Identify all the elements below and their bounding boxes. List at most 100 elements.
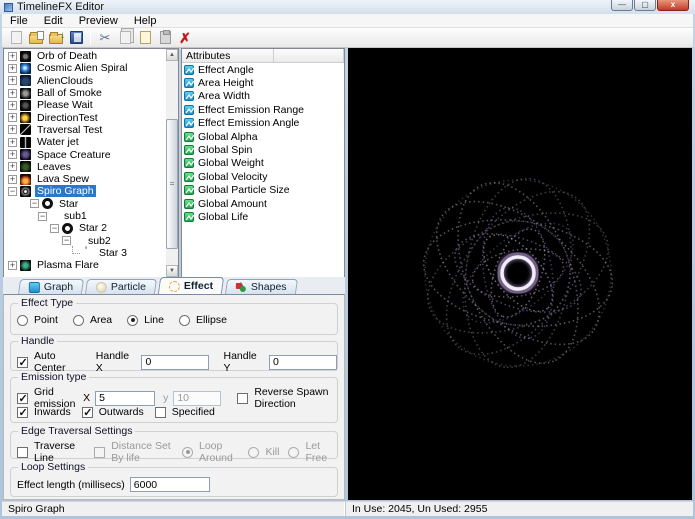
expand-icon[interactable] xyxy=(8,64,17,73)
attribute-item[interactable]: Area Height xyxy=(182,76,344,89)
copy-button[interactable] xyxy=(115,29,135,47)
menu-file[interactable]: File xyxy=(2,14,36,28)
graph-tab-icon xyxy=(29,282,40,293)
tree-item-star-2[interactable]: Star 2 xyxy=(4,222,166,234)
tab-graph[interactable]: Graph xyxy=(18,279,84,294)
expand-icon[interactable] xyxy=(8,261,17,270)
open-button[interactable] xyxy=(26,29,46,47)
attribute-item[interactable]: Area Width xyxy=(182,90,344,103)
attribute-item[interactable]: Global Alpha xyxy=(182,130,344,143)
ellipse-radio[interactable] xyxy=(179,315,190,326)
menu-preview[interactable]: Preview xyxy=(71,14,126,28)
tree-item-star[interactable]: Star xyxy=(4,198,166,210)
tree-item-orb-of-death[interactable]: Orb of Death xyxy=(4,50,166,62)
tab-shapes[interactable]: Shapes xyxy=(225,279,298,294)
import-button[interactable]: ↓ xyxy=(46,29,66,47)
expand-icon[interactable] xyxy=(8,138,17,147)
clipboard-button[interactable] xyxy=(155,29,175,47)
collapse-icon[interactable] xyxy=(62,236,71,245)
expand-icon[interactable] xyxy=(8,125,17,134)
tree-item-plasma-flare[interactable]: Plasma Flare xyxy=(4,259,166,271)
tree-item-sub1[interactable]: sub1 xyxy=(4,210,166,222)
attribute-item[interactable]: Global Velocity xyxy=(182,170,344,183)
tree-item-star-3[interactable]: Star 3 xyxy=(4,247,166,259)
expand-icon[interactable] xyxy=(8,175,17,184)
expand-icon[interactable] xyxy=(8,89,17,98)
line-radio[interactable] xyxy=(127,315,138,326)
attributes-column-header[interactable]: Attributes xyxy=(182,49,274,62)
expand-icon[interactable] xyxy=(8,101,17,110)
close-button[interactable]: x xyxy=(657,0,689,11)
attribute-item[interactable]: Effect Angle xyxy=(182,63,344,76)
scrollbar-thumb[interactable] xyxy=(166,119,178,249)
tree-item-spiro-graph[interactable]: Spiro Graph xyxy=(4,185,166,197)
reverse-spawn-checkbox[interactable] xyxy=(237,393,248,404)
expand-icon[interactable] xyxy=(8,150,17,159)
handle-x-input[interactable] xyxy=(141,355,209,370)
tab-effect[interactable]: Effect xyxy=(158,277,225,294)
loop-around-radio[interactable] xyxy=(182,447,193,458)
grid-y-input[interactable] xyxy=(173,391,221,406)
tree-item-lava-spew[interactable]: Lava Spew xyxy=(4,173,166,185)
effect-thumbnail-icon xyxy=(20,63,31,74)
attribute-item[interactable]: Global Spin xyxy=(182,143,344,156)
expand-icon[interactable] xyxy=(8,76,17,85)
collapse-icon[interactable] xyxy=(30,199,39,208)
collapse-icon[interactable] xyxy=(38,212,47,221)
preview-canvas[interactable] xyxy=(348,48,692,500)
tree-item-space-creature[interactable]: Space Creature xyxy=(4,148,166,160)
tree-item-ball-of-smoke[interactable]: Ball of Smoke xyxy=(4,87,166,99)
area-radio[interactable] xyxy=(73,315,84,326)
graph-attribute-icon xyxy=(184,145,194,155)
attribute-item[interactable]: Global Particle Size xyxy=(182,184,344,197)
tree-item-please-wait[interactable]: Please Wait xyxy=(4,99,166,111)
expand-icon[interactable] xyxy=(8,162,17,171)
tree-item-directiontest[interactable]: DirectionTest xyxy=(4,111,166,123)
distance-set-by-life-checkbox[interactable] xyxy=(94,447,105,458)
tree-item-leaves[interactable]: Leaves xyxy=(4,161,166,173)
handle-y-input[interactable] xyxy=(269,355,337,370)
tree-item-water-jet[interactable]: Water jet xyxy=(4,136,166,148)
attribute-item[interactable]: Global Life xyxy=(182,210,344,223)
minimize-button[interactable]: — xyxy=(611,0,633,11)
expand-icon[interactable] xyxy=(8,52,17,61)
specified-checkbox[interactable] xyxy=(155,407,166,418)
save-button[interactable] xyxy=(66,29,86,47)
kill-radio[interactable] xyxy=(248,447,259,458)
effect-length-input[interactable] xyxy=(130,477,210,492)
paste-button[interactable] xyxy=(135,29,155,47)
tree-scrollbar[interactable]: ▲ ▼ xyxy=(166,49,178,277)
attribute-item[interactable]: Effect Emission Angle xyxy=(182,117,344,130)
auto-center-checkbox[interactable] xyxy=(17,357,28,368)
scroll-up-icon[interactable]: ▲ xyxy=(166,49,178,61)
collapse-icon[interactable] xyxy=(50,224,59,233)
grid-x-input[interactable] xyxy=(95,391,155,406)
inwards-checkbox[interactable] xyxy=(17,407,28,418)
particle-tab-icon xyxy=(96,282,107,293)
delete-button[interactable]: ✗ xyxy=(175,29,195,47)
graph-attribute-icon xyxy=(184,118,194,128)
attributes-header: Attributes xyxy=(182,49,344,63)
attribute-item[interactable]: Global Weight xyxy=(182,157,344,170)
let-free-radio[interactable] xyxy=(288,447,299,458)
expand-icon[interactable] xyxy=(8,113,17,122)
tree-item-traversal-test[interactable]: Traversal Test xyxy=(4,124,166,136)
collapse-icon[interactable] xyxy=(8,187,17,196)
maximize-button[interactable]: ▢ xyxy=(634,0,656,11)
traverse-line-checkbox[interactable] xyxy=(17,447,28,458)
outwards-checkbox[interactable] xyxy=(82,407,93,418)
tree-item-alienclouds[interactable]: AlienClouds xyxy=(4,75,166,87)
new-button[interactable] xyxy=(6,29,26,47)
tree-item-cosmic-alien-spiral[interactable]: Cosmic Alien Spiral xyxy=(4,62,166,74)
grid-emission-checkbox[interactable] xyxy=(17,393,28,404)
tab-particle[interactable]: Particle xyxy=(85,279,157,294)
point-radio[interactable] xyxy=(17,315,28,326)
attribute-item[interactable]: Global Amount xyxy=(182,197,344,210)
menu-edit[interactable]: Edit xyxy=(36,14,71,28)
menu-help[interactable]: Help xyxy=(126,14,165,28)
attribute-item[interactable]: Effect Emission Range xyxy=(182,103,344,116)
scroll-down-icon[interactable]: ▼ xyxy=(166,265,178,277)
attributes-empty-column[interactable] xyxy=(274,49,344,62)
cut-button[interactable]: ✂ xyxy=(95,29,115,47)
effect-thumbnail-icon xyxy=(20,51,31,62)
